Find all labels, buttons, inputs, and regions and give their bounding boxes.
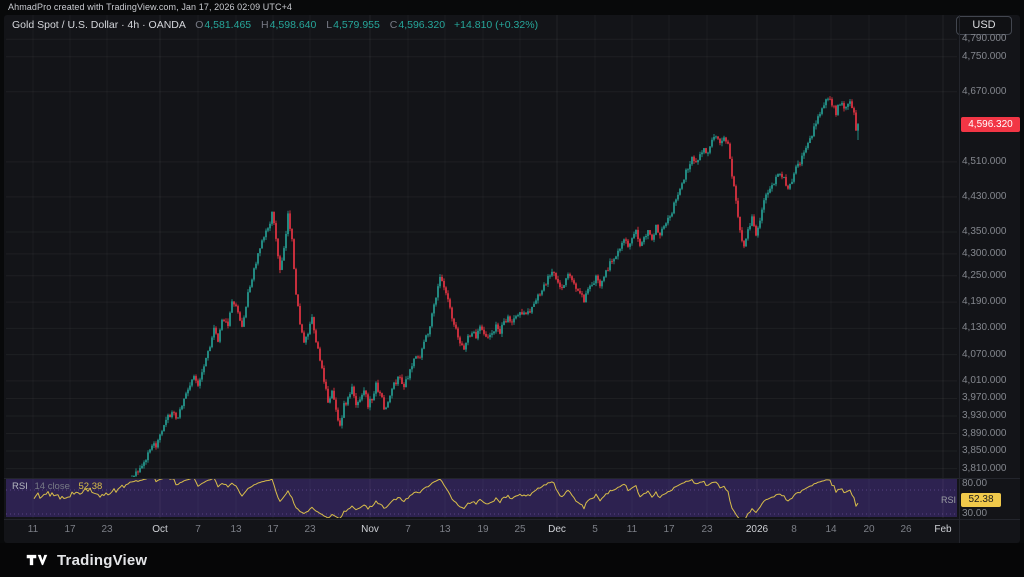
price-axis[interactable]: 4,790.000 4,750.000 4,670.000 4,510.000 4,43… [962,0,1022,519]
brand-name[interactable]: TradingView [57,552,147,569]
price-tick-label: 4,510.000 [962,156,1007,167]
time-axis-label: 7 [182,524,214,535]
rsi-upper-scale-label: 80.00 [962,478,987,489]
price-tick-label: 4,130.000 [962,322,1007,333]
candlestick-chart-canvas[interactable] [0,0,1024,577]
price-axis-separator [959,15,960,543]
time-axis-label: 23 [294,524,326,535]
time-axis-label: 17 [257,524,289,535]
grid-layer [6,15,957,518]
ohlc-low-label: L [326,19,332,31]
symbol-legend: Gold Spot / U.S. Dollar · 4h · OANDA O4,… [12,19,538,31]
price-tick-label: 3,890.000 [962,428,1007,439]
rsi-indicator-legend[interactable]: RSI 14 close 52.38 [12,481,102,492]
price-tick-label: 4,670.000 [962,86,1007,97]
time-axis-label: 26 [890,524,922,535]
time-axis-label: 23 [691,524,723,535]
rsi-name: RSI [12,481,28,492]
time-axis-label: 13 [220,524,252,535]
price-tick-label: 3,930.000 [962,410,1007,421]
price-tick-label: 4,190.000 [962,296,1007,307]
time-axis-label: Oct [144,524,176,535]
rsi-band-fill [6,479,957,517]
time-axis-label: 23 [91,524,123,535]
price-tick-label: 4,010.000 [962,375,1007,386]
footer: TradingView [0,543,1024,577]
price-tick-label: 4,070.000 [962,349,1007,360]
creator-attribution: AhmadPro created with TradingView.com, J… [8,2,292,12]
time-axis-label: 8 [778,524,810,535]
rsi-legend-value: 52.38 [79,481,103,492]
time-axis-label: 17 [54,524,86,535]
time-axis-label: 7 [392,524,424,535]
rsi-axis-tag: RSI [928,495,956,505]
time-axis-label: 14 [815,524,847,535]
time-axis-label: 11 [17,524,49,535]
time-axis-label: 5 [579,524,611,535]
price-tick-label: 4,300.000 [962,248,1007,259]
time-axis-label: 2026 [741,524,773,535]
time-axis-label: 13 [429,524,461,535]
time-axis-label: Nov [354,524,386,535]
time-axis-label: 19 [467,524,499,535]
rsi-lower-scale-label: 30.00 [962,508,987,519]
time-axis-label: Dec [541,524,573,535]
price-tick-label: 3,850.000 [962,445,1007,456]
symbol-title[interactable]: Gold Spot / U.S. Dollar · 4h · OANDA [12,19,185,31]
ohlc-high-label: H [261,19,269,31]
ohlc-high-value: 4,598.640 [270,19,317,31]
time-axis-label: 25 [504,524,536,535]
tradingview-window: AhmadPro created with TradingView.com, J… [0,0,1024,577]
ohlc-open-label: O [195,19,203,31]
time-axis-label: 20 [853,524,885,535]
price-tick-label: 4,350.000 [962,226,1007,237]
last-price-badge: 4,596.320 [961,117,1020,132]
ohlc-close-label: C [390,19,398,31]
ohlc-change: +14.810 (+0.32%) [454,19,538,31]
price-tick-label: 3,970.000 [962,392,1007,403]
ohlc-close-value: 4,596.320 [398,19,445,31]
ohlc-open-value: 4,581.465 [204,19,251,31]
price-tick-label: 4,430.000 [962,191,1007,202]
rsi-value-badge: 52.38 [961,493,1001,507]
time-axis-label: 17 [653,524,685,535]
tradingview-logo-icon[interactable] [26,551,48,569]
price-tick-label: 4,750.000 [962,51,1007,62]
price-tick-label: 4,250.000 [962,270,1007,281]
rsi-params: 14 close [34,481,69,492]
rsi-pane-separator [4,478,1020,479]
time-axis[interactable]: 111723Oct7131723Nov7131925Dec51117232026… [0,520,1024,543]
time-axis-label: 11 [616,524,648,535]
price-tick-label: 4,790.000 [962,33,1007,44]
ohlc-low-value: 4,579.955 [333,19,380,31]
time-axis-label: Feb [927,524,959,535]
price-tick-label: 3,810.000 [962,463,1007,474]
